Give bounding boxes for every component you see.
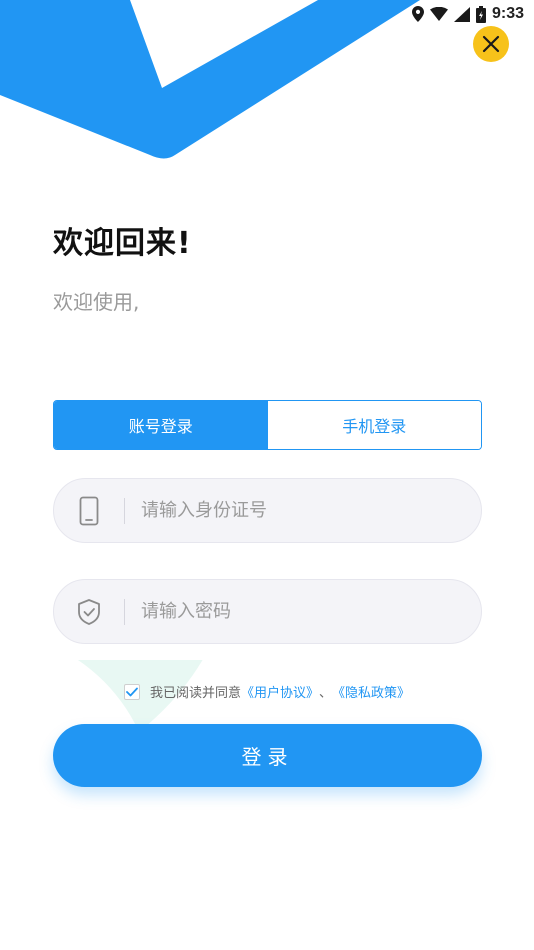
privacy-policy-link[interactable]: 《隐私政策》	[332, 682, 410, 701]
status-bar: 9:33	[411, 0, 524, 28]
close-button[interactable]	[473, 26, 509, 62]
user-agreement-link[interactable]: 《用户协议》	[241, 682, 319, 701]
shield-check-icon	[54, 598, 124, 626]
password-input[interactable]	[141, 601, 481, 622]
checkmark-icon	[126, 687, 138, 696]
id-number-input[interactable]	[141, 500, 481, 521]
tab-phone-login[interactable]: 手机登录	[267, 401, 481, 449]
tab-account-login[interactable]: 账号登录	[54, 401, 268, 449]
id-number-field[interactable]	[53, 478, 482, 543]
field-divider	[124, 598, 125, 625]
phone-icon	[54, 496, 124, 526]
agreement-row: 我已阅读并同意 《用户协议》 、 《隐私政策》	[124, 682, 410, 701]
login-mode-tabs: 账号登录 手机登录	[53, 400, 482, 450]
field-divider	[124, 497, 125, 524]
login-button[interactable]: 登录	[53, 724, 482, 787]
agreement-text: 我已阅读并同意	[150, 686, 242, 701]
location-icon	[411, 6, 424, 22]
status-time: 9:33	[491, 5, 524, 22]
bottom-ring-decoration	[0, 660, 203, 950]
agreement-checkbox[interactable]	[124, 683, 140, 700]
welcome-subtitle: 欢迎使用,	[53, 290, 140, 314]
signal-icon	[453, 6, 470, 22]
welcome-title: 欢迎回来!	[53, 226, 192, 261]
wifi-icon	[429, 7, 448, 21]
password-field[interactable]	[53, 579, 482, 644]
close-icon	[482, 35, 500, 53]
battery-icon	[475, 5, 486, 23]
agreement-separator: 、	[319, 686, 333, 701]
